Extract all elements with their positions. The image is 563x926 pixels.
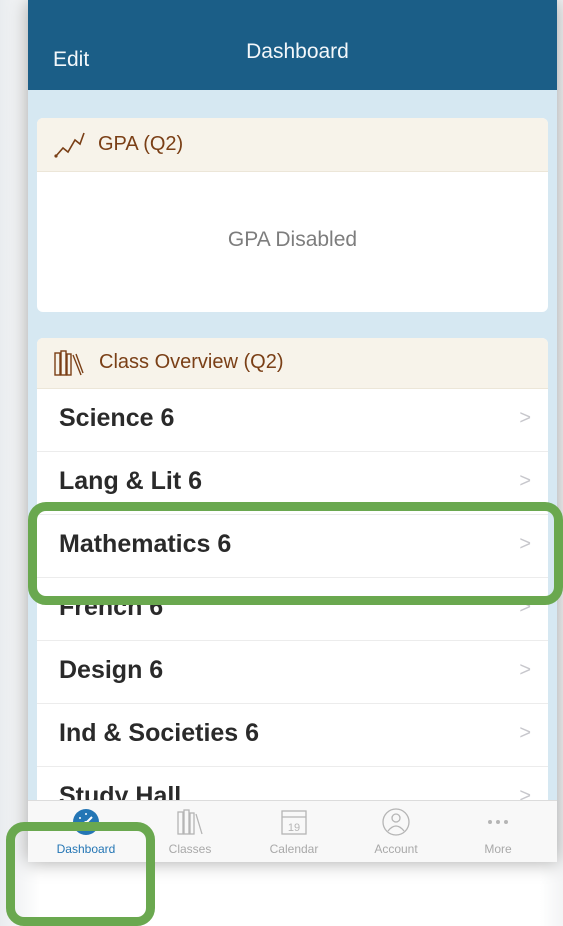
chevron-right-icon: > <box>519 407 531 429</box>
class-name: Lang & Lit 6 <box>59 467 203 495</box>
calendar-icon: 19 <box>281 810 307 835</box>
tab-dashboard[interactable]: Dashboard <box>36 801 136 862</box>
tab-label: Calendar <box>269 842 319 856</box>
class-name: Design 6 <box>59 656 164 684</box>
class-row-mathematics[interactable]: Mathematics 6 > <box>37 515 548 578</box>
page-title: Dashboard <box>246 40 349 63</box>
class-row-lang-lit[interactable]: Lang & Lit 6 > <box>37 452 548 515</box>
tab-account[interactable]: Account <box>346 801 446 862</box>
chevron-right-icon: > <box>519 659 531 681</box>
class-name: French 6 <box>59 593 164 621</box>
ellipsis-icon <box>488 820 508 824</box>
class-list: Science 6 > Lang & Lit 6 > Mathematics 6… <box>37 389 548 830</box>
tab-label: Classes <box>168 842 212 856</box>
app-screen: Edit Dashboard GPA (Q2) GPA Disabled Cla… <box>28 0 557 862</box>
class-name: Mathematics 6 <box>59 530 232 558</box>
gauge-icon <box>73 809 99 835</box>
tab-bar: Dashboard Classes 19 Calendar Account Mo… <box>28 800 557 862</box>
books-icon <box>54 350 84 376</box>
calendar-day: 19 <box>288 822 300 834</box>
gpa-card-header: GPA (Q2) <box>37 118 548 172</box>
tab-classes[interactable]: Classes <box>140 801 240 862</box>
class-name: Ind & Societies 6 <box>59 719 260 747</box>
class-overview-header: Class Overview (Q2) <box>37 338 548 389</box>
chevron-right-icon: > <box>519 596 531 618</box>
person-icon <box>382 808 410 836</box>
class-overview-card: Class Overview (Q2) Science 6 > Lang & L… <box>37 338 548 838</box>
class-row-science[interactable]: Science 6 > <box>37 389 548 452</box>
chevron-right-icon: > <box>519 533 531 555</box>
tab-label: Account <box>374 842 418 856</box>
chevron-right-icon: > <box>519 722 531 744</box>
gpa-card-title: GPA (Q2) <box>98 133 184 155</box>
class-row-design[interactable]: Design 6 > <box>37 641 548 704</box>
nav-header: Edit Dashboard <box>28 0 557 90</box>
tab-label: More <box>484 842 512 856</box>
gpa-status-text: GPA Disabled <box>227 228 358 251</box>
tab-label: Dashboard <box>56 842 116 856</box>
class-name: Science 6 <box>59 404 175 432</box>
tab-more[interactable]: More <box>448 801 548 862</box>
gpa-card: GPA (Q2) GPA Disabled <box>37 118 548 312</box>
chevron-right-icon: > <box>519 470 531 492</box>
class-row-french[interactable]: French 6 > <box>37 578 548 641</box>
class-row-ind-societies[interactable]: Ind & Societies 6 > <box>37 704 548 767</box>
class-overview-title: Class Overview (Q2) <box>99 351 284 373</box>
trend-line-icon <box>54 132 85 158</box>
tab-calendar[interactable]: 19 Calendar <box>244 801 344 862</box>
books-icon <box>177 809 203 835</box>
